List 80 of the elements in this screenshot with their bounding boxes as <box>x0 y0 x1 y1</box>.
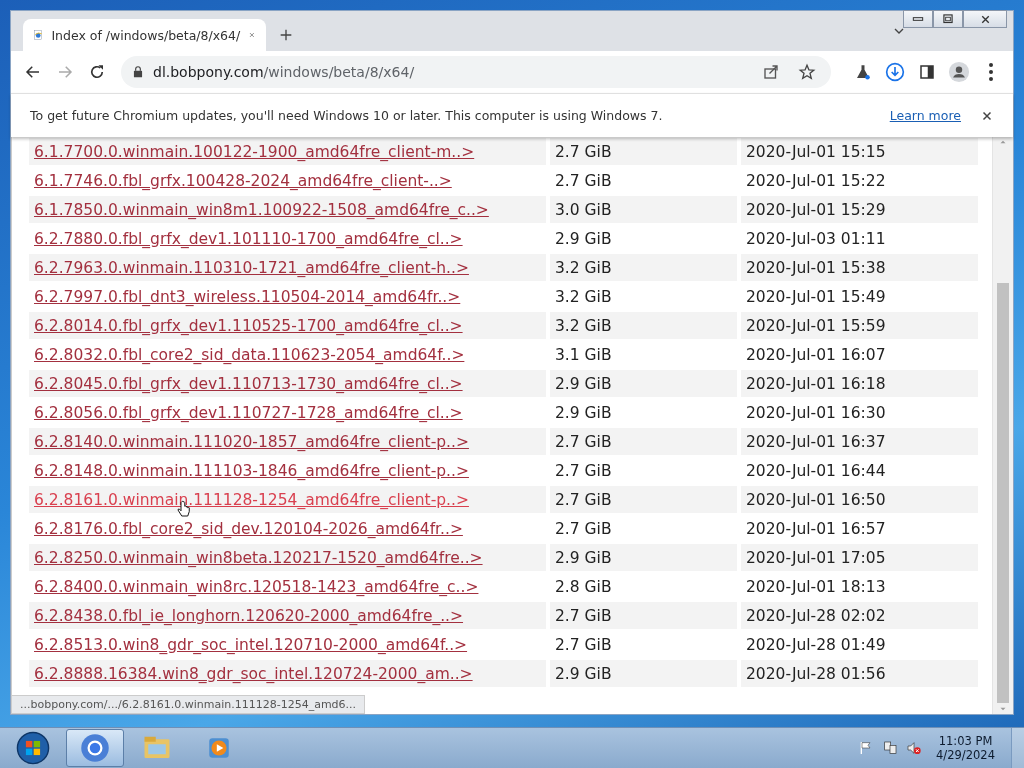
file-date-cell: 2020-Jul-28 01:56 <box>741 660 978 687</box>
file-date-cell-text: 2020-Jul-03 01:11 <box>745 228 887 250</box>
file-size-cell: 2.7 GiB <box>550 428 737 455</box>
file-date-cell-text: 2020-Jul-01 16:30 <box>745 402 887 424</box>
file-size-cell-text: 2.8 GiB <box>554 576 613 598</box>
file-link[interactable]: 6.2.8148.0.winmain.111103-1846_amd64fre_client-p..> <box>34 461 469 480</box>
file-date-cell: 2020-Jul-01 16:50 <box>741 486 978 513</box>
file-size-cell: 3.0 GiB <box>550 196 737 223</box>
file-link[interactable]: 6.2.7997.0.fbl_dnt3_wireless.110504-2014_amd64fr..> <box>34 287 461 306</box>
file-size-cell: 3.2 GiB <box>550 312 737 339</box>
minimize-icon <box>912 17 924 21</box>
taskbar-app[interactable] <box>66 729 124 767</box>
share-icon <box>762 63 780 81</box>
file-link[interactable]: 6.2.8032.0.fbl_core2_sid_data.110623-2054_amd64f..> <box>34 345 465 364</box>
download-icon <box>885 62 905 82</box>
file-date-cell: 2020-Jul-01 17:05 <box>741 544 978 571</box>
file-link[interactable]: 6.2.8176.0.fbl_core2_sid_dev.120104-2026_amd64fr..> <box>34 519 463 538</box>
page-icon <box>33 27 44 43</box>
menu-icon <box>989 63 993 81</box>
file-size-cell: 2.9 GiB <box>550 544 737 571</box>
reload-icon <box>88 63 106 81</box>
file-date-cell: 2020-Jul-01 15:38 <box>741 254 978 281</box>
file-link[interactable]: 6.2.8400.0.winmain_win8rc.120518-1423_amd64fre_c..> <box>34 577 479 596</box>
file-date-cell-text: 2020-Jul-28 01:49 <box>745 634 887 656</box>
side-panel-icon <box>918 63 936 81</box>
close-button[interactable] <box>963 10 1007 28</box>
clock[interactable]: 11:03 PM 4/29/2024 <box>936 734 995 762</box>
file-date-cell-text: 2020-Jul-01 16:07 <box>745 344 887 366</box>
file-link[interactable]: 6.2.7880.0.fbl_grfx_dev1.101110-1700_amd64fre_cl..> <box>34 229 463 248</box>
file-date-cell: 2020-Jul-01 15:15 <box>741 138 978 165</box>
flask-icon <box>854 63 872 81</box>
file-link[interactable]: 6.2.8056.0.fbl_grfx_dev1.110727-1728_amd64fre_cl..> <box>34 403 463 422</box>
scrollbar-thumb[interactable] <box>997 283 1009 703</box>
network-icon <box>882 740 899 756</box>
file-date-cell-text: 2020-Jul-01 16:44 <box>745 460 887 482</box>
windows-orb-icon <box>16 731 50 765</box>
file-size-cell-text: 2.7 GiB <box>554 460 613 482</box>
file-date-cell: 2020-Jul-01 15:29 <box>741 196 978 223</box>
learn-more-link[interactable]: Learn more <box>889 108 961 123</box>
file-size-cell: 2.9 GiB <box>550 660 737 687</box>
file-size-cell-text: 3.1 GiB <box>554 344 613 366</box>
chrome-icon <box>80 733 110 763</box>
file-link[interactable]: 6.1.7746.0.fbl_grfx.100428-2024_amd64fre_client-..> <box>34 171 452 190</box>
scrollbar[interactable] <box>992 137 1013 714</box>
file-date-cell-text: 2020-Jul-01 18:13 <box>745 576 887 598</box>
plus-icon <box>278 27 294 43</box>
forward-arrow-icon <box>56 63 74 81</box>
restore-icon <box>941 12 955 26</box>
file-size-cell-text: 3.2 GiB <box>554 286 613 308</box>
file-date-cell-text: 2020-Jul-01 15:22 <box>745 170 887 192</box>
file-size-cell-text: 2.9 GiB <box>554 228 613 250</box>
file-size-cell: 2.7 GiB <box>550 486 737 513</box>
volume-muted-icon <box>906 740 923 756</box>
back-arrow-icon <box>24 63 42 81</box>
file-size-cell: 2.9 GiB <box>550 370 737 397</box>
address-bar[interactable]: dl.bobpony.com/windows/beta/8/x64/ <box>121 56 831 88</box>
file-size-cell-text: 2.7 GiB <box>554 634 613 656</box>
status-bubble: ...bobpony.com/.../6.2.8161.0.winmain.111128-1254_amd6... <box>11 695 366 714</box>
file-size-cell-text: 2.7 GiB <box>554 170 613 192</box>
file-date-cell: 2020-Jul-01 15:59 <box>741 312 978 339</box>
file-size-cell: 2.7 GiB <box>550 138 737 165</box>
file-date-cell: 2020-Jul-01 16:18 <box>741 370 978 397</box>
infobar-message: To get future Chromium updates, you'll need Windows 10 or later. This computer is using Windows 7. <box>30 108 664 123</box>
file-size-cell: 2.7 GiB <box>550 602 737 629</box>
star-icon <box>798 63 816 81</box>
media-player-icon <box>206 735 232 761</box>
file-date-cell: 2020-Jul-01 16:37 <box>741 428 978 455</box>
file-size-cell-text: 2.9 GiB <box>554 402 613 424</box>
minimize-button[interactable] <box>903 10 933 28</box>
file-date-cell-text: 2020-Jul-01 15:49 <box>745 286 887 308</box>
lock-icon <box>131 65 145 79</box>
file-size-cell-text: 2.7 GiB <box>554 518 613 540</box>
file-link[interactable]: 6.2.8513.0.win8_gdr_soc_intel.120710-2000_amd64f..> <box>34 635 468 654</box>
browser-tab[interactable]: Index of /windows/beta/8/x64/ <box>23 19 266 51</box>
restore-button[interactable] <box>933 10 963 28</box>
file-size-cell: 3.2 GiB <box>550 254 737 281</box>
url-text: dl.bobpony.com/windows/beta/8/x64/ <box>153 64 416 80</box>
avatar-icon <box>948 61 970 83</box>
file-date-cell: 2020-Jul-28 02:02 <box>741 602 978 629</box>
file-date-cell-text: 2020-Jul-01 16:57 <box>745 518 887 540</box>
